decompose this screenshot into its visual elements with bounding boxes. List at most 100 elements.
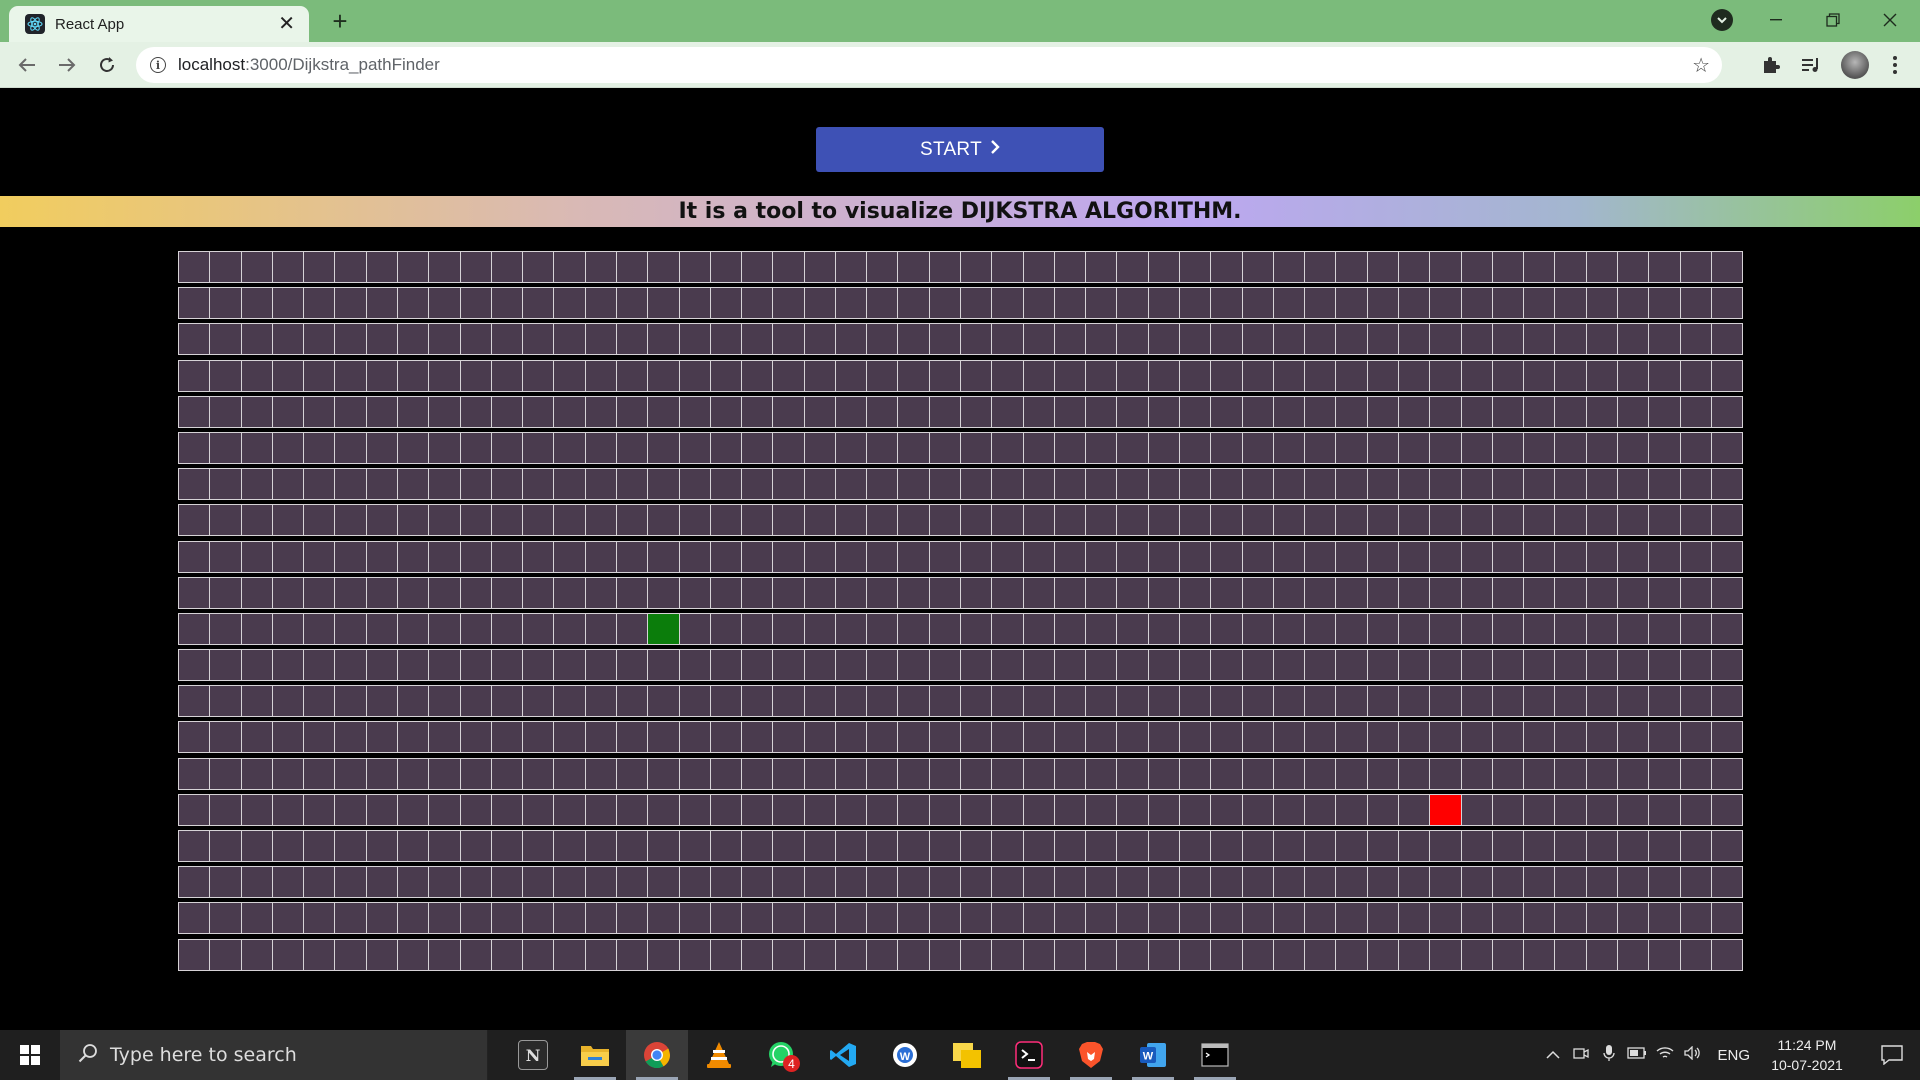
grid-cell[interactable]: [616, 794, 649, 825]
grid-cell[interactable]: [992, 505, 1024, 536]
grid-cell[interactable]: [961, 722, 993, 753]
grid-cell[interactable]: [397, 360, 430, 391]
grid-cell[interactable]: [1555, 324, 1587, 355]
grid-cell[interactable]: [898, 939, 930, 970]
grid-cell[interactable]: [1680, 432, 1712, 463]
grid-cell[interactable]: [1524, 324, 1556, 355]
grid-cell[interactable]: [554, 324, 586, 355]
grid-cell[interactable]: [272, 867, 305, 898]
grid-cell[interactable]: [179, 432, 211, 463]
grid-cell[interactable]: [460, 903, 492, 934]
profile-avatar[interactable]: [1841, 51, 1869, 79]
grid-cell[interactable]: [804, 650, 836, 681]
grid-cell[interactable]: [1023, 396, 1055, 427]
grid-cell[interactable]: [679, 505, 711, 536]
grid-cell[interactable]: [1273, 903, 1306, 934]
grid-cell[interactable]: [1367, 650, 1399, 681]
grid-cell[interactable]: [1367, 505, 1399, 536]
grid-cell[interactable]: [679, 903, 711, 934]
grid-cell[interactable]: [1711, 432, 1744, 463]
grid-cell[interactable]: [992, 650, 1024, 681]
grid-cell[interactable]: [1586, 577, 1618, 608]
grid-cell[interactable]: [523, 396, 555, 427]
grid-cell[interactable]: [1273, 505, 1306, 536]
grid-cell[interactable]: [1524, 469, 1556, 500]
grid-cell[interactable]: [1211, 903, 1243, 934]
grid-cell[interactable]: [1617, 288, 1650, 319]
grid-cell[interactable]: [804, 432, 836, 463]
grid-cell[interactable]: [272, 324, 305, 355]
grid-cell[interactable]: [304, 541, 336, 572]
grid-cell[interactable]: [804, 903, 836, 934]
grid-cell[interactable]: [1524, 650, 1556, 681]
grid-cell[interactable]: [1711, 288, 1744, 319]
grid-cell[interactable]: [1524, 613, 1556, 644]
grid-cell[interactable]: [1054, 324, 1087, 355]
grid-cell[interactable]: [616, 722, 649, 753]
grid-cell[interactable]: [616, 432, 649, 463]
grid-cell[interactable]: [1524, 939, 1556, 970]
grid-cell[interactable]: [1211, 867, 1243, 898]
grid-cell[interactable]: [961, 794, 993, 825]
grid-cell[interactable]: [304, 867, 336, 898]
grid-cell[interactable]: [429, 469, 461, 500]
grid-cell[interactable]: [210, 722, 242, 753]
grid-cell[interactable]: [491, 324, 524, 355]
cmd-icon[interactable]: [1184, 1030, 1246, 1080]
grid-cell[interactable]: [648, 794, 680, 825]
grid-cell[interactable]: [804, 252, 836, 282]
grid-cell[interactable]: [1023, 288, 1055, 319]
grid-cell[interactable]: [1586, 613, 1618, 644]
grid-cell[interactable]: [1617, 650, 1650, 681]
grid-cell[interactable]: [1492, 360, 1525, 391]
grid-cell[interactable]: [1680, 686, 1712, 717]
grid-cell[interactable]: [210, 577, 242, 608]
grid-cell[interactable]: [1148, 324, 1180, 355]
grid-cell[interactable]: [335, 939, 367, 970]
grid-cell[interactable]: [429, 360, 461, 391]
grid-cell[interactable]: [804, 288, 836, 319]
grid-cell[interactable]: [1117, 867, 1149, 898]
grid-cell[interactable]: [179, 469, 211, 500]
grid-cell[interactable]: [1180, 252, 1212, 282]
grid-cell[interactable]: [1336, 686, 1368, 717]
grid-cell[interactable]: [304, 794, 336, 825]
grid-cell[interactable]: [1586, 541, 1618, 572]
grid-cell[interactable]: [992, 831, 1024, 861]
grid-cell[interactable]: [1680, 650, 1712, 681]
grid-cell[interactable]: [1711, 758, 1744, 789]
grid-cell[interactable]: [616, 396, 649, 427]
grid-cell[interactable]: [835, 577, 868, 608]
grid-cell[interactable]: [1211, 758, 1243, 789]
grid-cell[interactable]: [961, 650, 993, 681]
grid-cell[interactable]: [1398, 577, 1431, 608]
grid-cell[interactable]: [1305, 288, 1337, 319]
grid-cell[interactable]: [1211, 432, 1243, 463]
grid-cell[interactable]: [1492, 939, 1525, 970]
grid-cell[interactable]: [961, 360, 993, 391]
grid-cell[interactable]: [241, 939, 273, 970]
grid-cell[interactable]: [867, 867, 899, 898]
grid-cell[interactable]: [648, 252, 680, 282]
grid-cell[interactable]: [1586, 686, 1618, 717]
grid-cell[interactable]: [1054, 831, 1087, 861]
grid-cell[interactable]: [1461, 324, 1493, 355]
grid-cell[interactable]: [1649, 577, 1681, 608]
grid-cell[interactable]: [929, 831, 962, 861]
grid-cell[interactable]: [523, 867, 555, 898]
grid-cell[interactable]: [1242, 903, 1274, 934]
grid-cell[interactable]: [429, 288, 461, 319]
grid-cell[interactable]: [929, 939, 962, 970]
grid-cell[interactable]: [616, 577, 649, 608]
grid-cell[interactable]: [554, 722, 586, 753]
grid-cell[interactable]: [179, 794, 211, 825]
grid-cell[interactable]: [1398, 469, 1431, 500]
grid-cell[interactable]: [1117, 831, 1149, 861]
grid-cell[interactable]: [491, 794, 524, 825]
grid-cell[interactable]: [272, 722, 305, 753]
grid-cell[interactable]: [1649, 686, 1681, 717]
grid-cell[interactable]: [1273, 650, 1306, 681]
grid-cell[interactable]: [961, 939, 993, 970]
grid-cell[interactable]: [1148, 794, 1180, 825]
grid-cell[interactable]: [1492, 794, 1525, 825]
